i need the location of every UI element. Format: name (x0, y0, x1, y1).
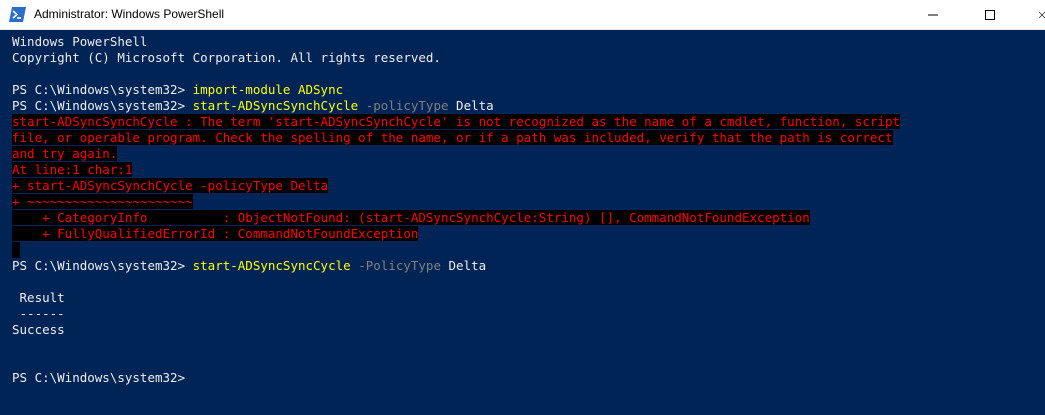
minimize-icon (928, 14, 938, 16)
title-bar: Administrator: Windows PowerShell (0, 0, 1045, 30)
error-line: + FullyQualifiedErrorId : CommandNotFoun… (12, 226, 419, 242)
command-line: PS C:\Windows\system32> start-ADSyncSync… (12, 258, 486, 274)
console-output[interactable]: Windows PowerShell Copyright (C) Microso… (0, 30, 1045, 415)
close-button[interactable] (1024, 0, 1045, 30)
command-text: import-module ADSync (192, 82, 344, 97)
error-line: + CategoryInfo : ObjectNotFound: (start-… (12, 210, 810, 226)
error-text: + CategoryInfo : ObjectNotFound: (start-… (12, 210, 810, 225)
error-text: + start-ADSyncSynchCycle -policyType Del… (12, 178, 329, 193)
copyright-line: Copyright (C) Microsoft Corporation. All… (12, 50, 441, 65)
error-line: + ~~~~~~~~~~~~~~~~~~~~~~ (12, 194, 193, 210)
prompt: PS C:\Windows\system32> (12, 82, 193, 97)
minimize-button[interactable] (910, 0, 956, 30)
prompt: PS C:\Windows\system32> (12, 98, 193, 113)
close-icon (1039, 11, 1045, 19)
result-value: Success (12, 322, 65, 337)
error-line: file, or operable program. Check the spe… (12, 130, 893, 146)
error-text: and try again. (12, 146, 118, 161)
command-line: PS C:\Windows\system32> import-module AD… (12, 82, 343, 98)
banner-line: Windows PowerShell (12, 34, 148, 49)
error-block-end (12, 242, 20, 258)
command-value: Delta (440, 258, 487, 273)
error-line (12, 242, 20, 258)
command-name: start-ADSyncSynchCycle (192, 98, 359, 113)
powershell-icon (9, 7, 26, 22)
window-title: Administrator: Windows PowerShell (34, 7, 225, 21)
error-line: + start-ADSyncSynchCycle -policyType Del… (12, 178, 329, 194)
command-value: Delta (448, 98, 494, 113)
prompt: PS C:\Windows\system32> (12, 258, 193, 273)
command-name: start-ADSyncSyncCycle (192, 258, 351, 273)
error-text: + FullyQualifiedErrorId : CommandNotFoun… (12, 226, 419, 241)
error-text: At line:1 char:1 (12, 162, 133, 177)
maximize-button[interactable] (967, 0, 1013, 30)
command-parameter: -policyType (358, 98, 449, 113)
error-line: and try again. (12, 146, 118, 162)
error-text: + ~~~~~~~~~~~~~~~~~~~~~~ (12, 194, 193, 209)
error-line: start-ADSyncSynchCycle : The term 'start… (12, 114, 901, 130)
final-prompt[interactable]: PS C:\Windows\system32> (12, 370, 185, 386)
error-text: start-ADSyncSynchCycle : The term 'start… (12, 114, 901, 129)
result-header: Result (12, 290, 65, 305)
result-separator: ------ (12, 306, 65, 321)
error-text: file, or operable program. Check the spe… (12, 130, 893, 145)
command-line: PS C:\Windows\system32> start-ADSyncSync… (12, 98, 494, 114)
maximize-icon (985, 10, 995, 20)
error-line: At line:1 char:1 (12, 162, 133, 178)
command-parameter: -PolicyType (350, 258, 441, 273)
